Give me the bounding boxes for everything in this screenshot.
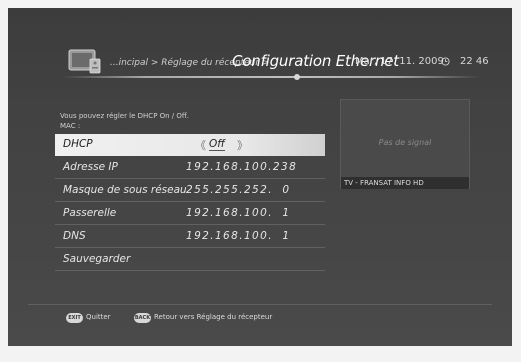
setting-row-ip-address[interactable]: Adresse IP 192.168.100.238	[55, 157, 325, 179]
tv-settings-icon	[68, 49, 101, 74]
setting-row-dns[interactable]: DNS 192.168.100. 1	[55, 226, 325, 248]
footer-divider	[28, 304, 492, 305]
mac-label: MAC :	[60, 122, 81, 130]
setting-row-dhcp[interactable]: DHCP 《 Off 》	[55, 134, 325, 156]
header-divider-dot	[294, 74, 300, 80]
ip-address-value[interactable]: 192.168.100.238	[186, 161, 297, 173]
dhcp-toggle-value[interactable]: Off	[209, 138, 225, 151]
back-key-icon[interactable]: BACK	[134, 313, 151, 323]
dns-value[interactable]: 192.168.100. 1	[186, 230, 291, 242]
channel-name: TV - FRANSAT INFO HD	[344, 179, 424, 187]
tv-preview: Pas de signal TV - FRANSAT INFO HD	[340, 99, 470, 189]
setting-row-subnet-mask[interactable]: Masque de sous réseau 255.255.252. 0	[55, 180, 325, 202]
gateway-value[interactable]: 192.168.100. 1	[186, 207, 291, 219]
channel-bar: TV - FRANSAT INFO HD	[341, 177, 469, 189]
date-display: Mar, 17. 11. 2009	[355, 56, 444, 67]
clock-icon	[441, 57, 450, 66]
exit-key-icon[interactable]: EXIT	[66, 313, 83, 323]
setting-label: Adresse IP	[63, 161, 118, 173]
header-divider	[62, 76, 480, 78]
help-text: Vous pouvez régler le DHCP On / Off.	[60, 112, 189, 120]
chevron-right-icon[interactable]: 》	[237, 137, 248, 153]
quit-label: Quitter	[86, 313, 111, 321]
setting-row-gateway[interactable]: Passerelle 192.168.100. 1	[55, 203, 325, 225]
header: ...incipal > Réglage du récepteur > Conf…	[8, 8, 512, 94]
save-button[interactable]: Sauvegarder	[55, 249, 325, 271]
setting-label: DHCP	[63, 138, 93, 150]
no-signal-text: Pas de signal	[378, 138, 432, 147]
setting-label: DNS	[63, 230, 86, 242]
subnet-mask-value[interactable]: 255.255.252. 0	[186, 184, 291, 196]
tv-screen: ...incipal > Réglage du récepteur > Conf…	[8, 8, 512, 346]
save-label: Sauvegarder	[63, 253, 131, 265]
back-label: Retour vers Réglage du récepteur	[154, 313, 273, 321]
chevron-left-icon[interactable]: 《	[195, 137, 206, 153]
setting-label: Masque de sous réseau	[63, 184, 187, 196]
setting-label: Passerelle	[63, 207, 117, 219]
time-display: 22 46	[460, 56, 489, 67]
